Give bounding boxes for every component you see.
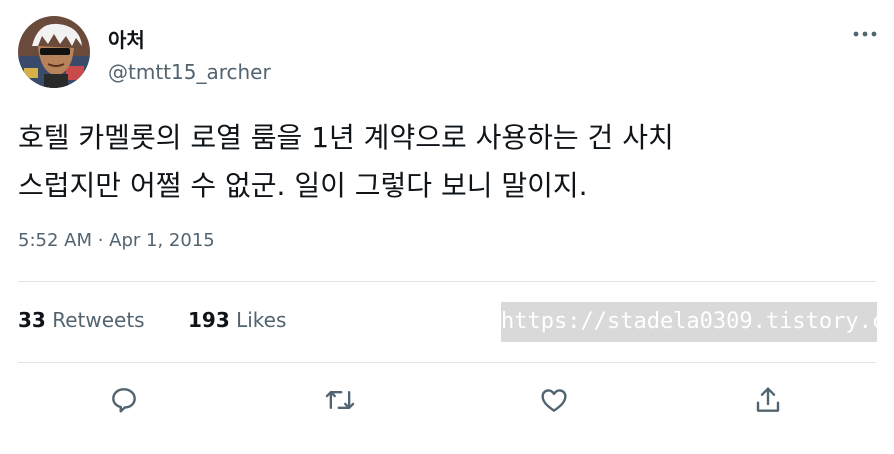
reply-icon[interactable] <box>102 378 146 422</box>
watermark: https://stadela0309.tistory.com <box>501 302 877 342</box>
avatar[interactable] <box>18 16 90 88</box>
divider <box>18 281 876 282</box>
retweets-count: 33 <box>18 308 46 332</box>
divider <box>18 362 876 363</box>
user-handle[interactable]: @tmtt15_archer <box>108 60 271 84</box>
like-icon[interactable] <box>532 378 576 422</box>
likes-stat[interactable]: 193 Likes <box>188 308 286 332</box>
display-name[interactable]: 아처 <box>108 24 145 53</box>
retweets-stat[interactable]: 33 Retweets <box>18 308 145 332</box>
action-bar <box>0 378 894 424</box>
tweet-text-line: 호텔 카멜롯의 로열 룸을 1년 계약으로 사용하는 건 사치 <box>18 121 674 154</box>
more-icon[interactable] <box>852 26 878 42</box>
likes-label: Likes <box>236 308 287 332</box>
tweet-text: 호텔 카멜롯의 로열 룸을 1년 계약으로 사용하는 건 사치 스럽지만 어쩔 … <box>18 114 878 210</box>
tweet-text-line: 스럽지만 어쩔 수 없군. 일이 그렇다 보니 말이지. <box>18 169 588 202</box>
retweet-icon[interactable] <box>318 378 362 422</box>
likes-count: 193 <box>188 308 230 332</box>
retweets-label: Retweets <box>52 308 145 332</box>
tweet-timestamp[interactable]: 5:52 AM · Apr 1, 2015 <box>18 230 215 251</box>
tweet-header: 아처 @tmtt15_archer <box>18 16 878 90</box>
share-icon[interactable] <box>746 378 790 422</box>
